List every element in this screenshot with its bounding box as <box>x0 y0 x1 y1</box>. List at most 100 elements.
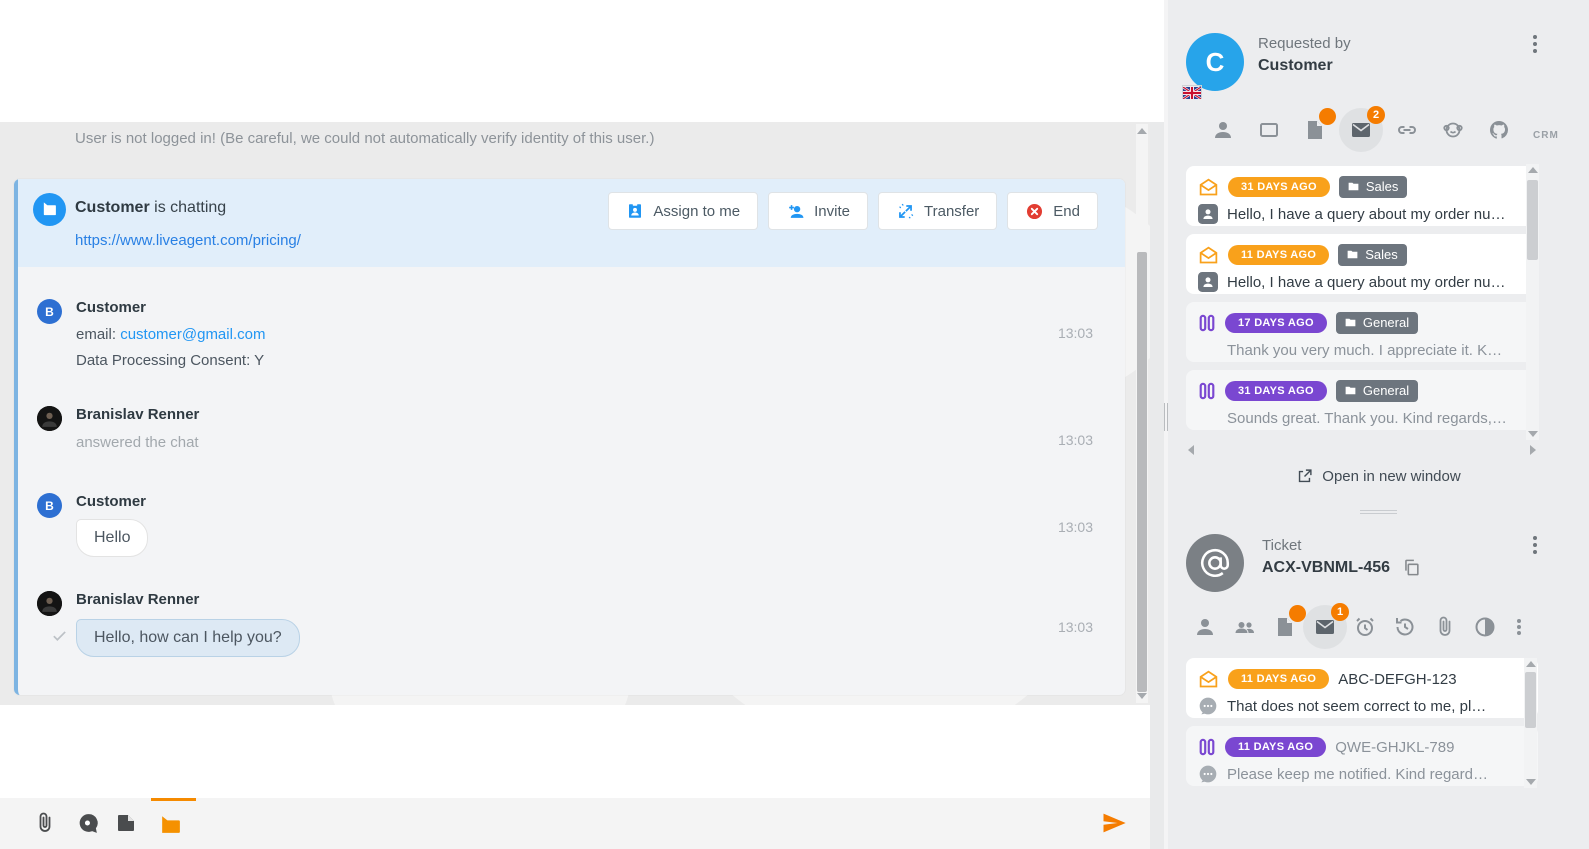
section-resize-handle[interactable] <box>1360 510 1397 516</box>
contact-menu-kebab-icon[interactable] <box>1526 33 1544 55</box>
person-add-icon <box>786 202 805 221</box>
send-icon[interactable] <box>1100 809 1128 837</box>
paperclip-icon[interactable] <box>1433 615 1457 639</box>
scroll-down-arrow[interactable] <box>1137 693 1147 699</box>
folder-icon <box>1346 248 1359 261</box>
ticket-list-scrollbar[interactable] <box>1524 658 1537 788</box>
transfer-label: Transfer <box>924 203 979 220</box>
people-icon[interactable] <box>1233 615 1257 639</box>
message-author: Branislav Renner <box>76 406 199 423</box>
crm-icon[interactable]: CRM <box>1533 118 1557 142</box>
link-icon[interactable] <box>1395 118 1419 142</box>
ticket-card[interactable]: 17 DAYS AGO General Thank you very much.… <box>1186 302 1538 362</box>
mail-icon[interactable]: 1 <box>1313 615 1337 639</box>
ticket-message-card[interactable]: 11 DAYS AGO ABC-DEFGH-123 That does not … <box>1186 658 1538 718</box>
scrollbar-thumb[interactable] <box>1137 252 1147 692</box>
chat-session-header: Customer is chatting https://www.liveage… <box>18 179 1125 267</box>
alarm-icon[interactable] <box>1353 615 1377 639</box>
chat-title: Customer is chatting <box>75 199 226 217</box>
copy-icon[interactable] <box>1402 558 1421 577</box>
ticket-message-card[interactable]: 11 DAYS AGO QWE-GHJKL-789 Please keep me… <box>1186 726 1538 786</box>
active-tab-indicator <box>151 798 196 801</box>
chat-bubble-dots-icon <box>1198 696 1218 716</box>
customer-avatar: B <box>37 299 62 324</box>
scrollbar-thumb[interactable] <box>1527 180 1538 260</box>
card-icon[interactable] <box>1257 118 1281 142</box>
transfer-button[interactable]: Transfer <box>878 192 997 230</box>
pause-icon <box>1198 381 1216 401</box>
invite-button[interactable]: Invite <box>768 192 868 230</box>
open-envelope-icon <box>1198 245 1219 266</box>
external-link-icon <box>1296 468 1313 485</box>
recent-list-scrollbar[interactable] <box>1526 164 1539 440</box>
ticket-card[interactable]: 31 DAYS AGO General Sounds great. Thank … <box>1186 370 1538 430</box>
end-chat-button[interactable]: End <box>1007 192 1098 230</box>
open-envelope-icon <box>1198 177 1219 198</box>
assign-to-me-button[interactable]: Assign to me <box>608 192 758 230</box>
reply-toolbar <box>0 798 1150 849</box>
age-badge: 17 DAYS AGO <box>1225 313 1327 333</box>
uk-flag-icon <box>1182 85 1202 99</box>
kebab-icon[interactable] <box>1513 615 1525 639</box>
chat-status-text: is chatting <box>154 199 226 216</box>
message-time: 13:03 <box>1058 519 1093 535</box>
chat-bubble-icon <box>33 193 66 226</box>
customer-email-link[interactable]: customer@gmail.com <box>120 326 265 343</box>
age-badge: 11 DAYS AGO <box>1228 245 1329 265</box>
transfer-icon <box>896 202 915 221</box>
recent-list-hscrollbar[interactable] <box>1186 444 1538 456</box>
file-icon[interactable] <box>1273 615 1297 639</box>
agent-avatar <box>37 591 62 616</box>
reply-input-area[interactable] <box>0 705 1150 798</box>
scroll-up-arrow[interactable] <box>1137 128 1147 134</box>
message-author: Customer <box>76 299 146 316</box>
github-icon[interactable] <box>1487 118 1511 142</box>
folder-icon <box>1344 316 1357 329</box>
assign-icon <box>626 202 644 220</box>
contrast-icon[interactable] <box>1473 615 1497 639</box>
consent-line: Data Processing Consent: Y <box>76 352 264 369</box>
ticket-card[interactable]: 11 DAYS AGO Sales Hello, I have a query … <box>1186 234 1538 294</box>
chat-action-buttons: Assign to me Invite Transfer End <box>608 192 1098 230</box>
crm-label: CRM <box>1533 130 1559 141</box>
ticket-card[interactable]: 31 DAYS AGO Sales Hello, I have a query … <box>1186 166 1538 226</box>
chat-scrollbar[interactable] <box>1136 124 1148 703</box>
chat-bubble-dot-icon[interactable] <box>76 811 102 837</box>
folder-icon <box>1344 384 1357 397</box>
ticket-label: Ticket <box>1262 537 1301 554</box>
chat-session-panel: Customer is chatting https://www.liveage… <box>14 179 1125 695</box>
person-icon[interactable] <box>1193 615 1217 639</box>
history-icon[interactable] <box>1393 615 1417 639</box>
chat-messages: B Customer email: customer@gmail.com Dat… <box>18 267 1125 695</box>
open-envelope-icon <box>1198 669 1219 690</box>
customer-avatar-large: C <box>1186 33 1244 91</box>
at-sign-icon <box>1198 546 1232 580</box>
ticket-menu-kebab-icon[interactable] <box>1526 534 1544 556</box>
scrollbar-thumb[interactable] <box>1525 672 1536 728</box>
open-in-new-window-button[interactable]: Open in new window <box>1168 468 1589 485</box>
age-badge: 31 DAYS AGO <box>1225 381 1327 401</box>
paperclip-icon[interactable] <box>33 811 59 837</box>
chat-main-panel: User is not logged in! (Be careful, we c… <box>0 0 1150 849</box>
pause-icon <box>1198 313 1216 333</box>
mail-icon[interactable]: 2 <box>1349 118 1373 142</box>
chat-scroll-area: User is not logged in! (Be careful, we c… <box>0 122 1150 705</box>
department-badge: General <box>1336 380 1418 402</box>
mailchimp-icon[interactable] <box>1441 118 1465 142</box>
chat-page-url-link[interactable]: https://www.liveagent.com/pricing/ <box>75 232 301 249</box>
requested-by-label: Requested by <box>1258 35 1351 52</box>
ticket-message-preview: That does not seem correct to me, pl… <box>1227 698 1486 715</box>
file-icon[interactable] <box>1303 118 1327 142</box>
message-group: Branislav Renner answered the chat 13:03 <box>18 406 1125 466</box>
pause-icon <box>1198 737 1216 757</box>
ticket-sidebar: C Requested by Customer 2 CRM <box>1168 0 1589 849</box>
related-ticket-code: QWE-GHJKL-789 <box>1335 739 1454 756</box>
age-badge: 31 DAYS AGO <box>1228 177 1330 197</box>
age-badge: 11 DAYS AGO <box>1228 669 1329 689</box>
person-icon[interactable] <box>1211 118 1235 142</box>
agent-avatar <box>37 406 62 431</box>
note-icon[interactable] <box>114 811 140 837</box>
chat-bubble-orange-icon[interactable] <box>158 811 184 837</box>
mail-badge-count: 2 <box>1367 106 1385 124</box>
chat-bubble-dots-icon <box>1198 764 1218 784</box>
